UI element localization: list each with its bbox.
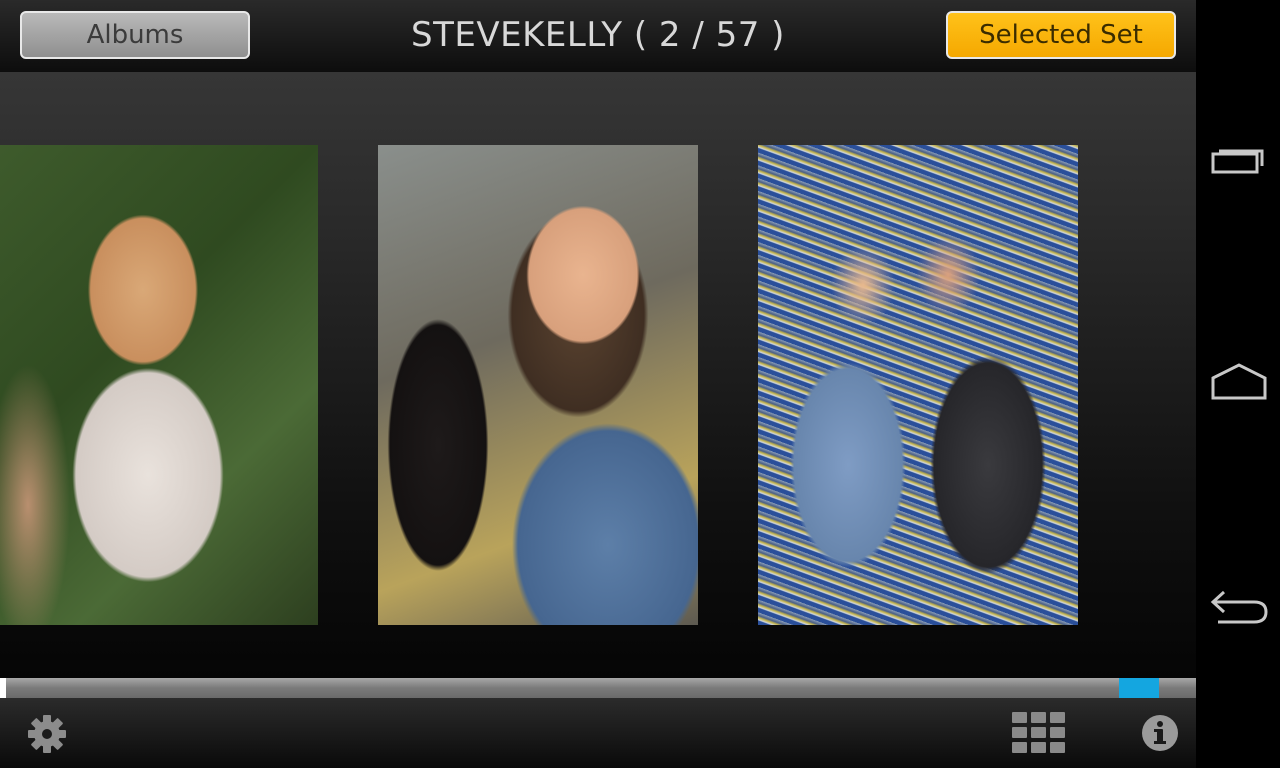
photo-thumbnail[interactable] bbox=[758, 145, 1078, 625]
albums-button[interactable]: Albums bbox=[20, 11, 250, 59]
scrubber-start-marker bbox=[0, 678, 6, 698]
grid-view-icon[interactable] bbox=[1012, 712, 1066, 754]
photo-carousel[interactable] bbox=[0, 72, 1196, 678]
selected-set-button[interactable]: Selected Set bbox=[946, 11, 1176, 59]
settings-icon[interactable] bbox=[25, 712, 69, 756]
scrubber-thumb[interactable] bbox=[1119, 678, 1159, 698]
photo-viewer-app: Albums STEVEKELLY ( 2 / 57 ) Selected Se… bbox=[0, 0, 1196, 768]
bottom-toolbar bbox=[0, 698, 1196, 768]
photo-thumbnail[interactable] bbox=[378, 145, 698, 625]
photo-thumbnail[interactable] bbox=[0, 145, 318, 625]
home-icon[interactable] bbox=[1210, 360, 1268, 404]
back-icon[interactable] bbox=[1210, 584, 1268, 628]
recent-apps-icon[interactable] bbox=[1210, 138, 1268, 182]
album-title: STEVEKELLY ( 2 / 57 ) bbox=[411, 15, 785, 55]
info-icon[interactable] bbox=[1141, 714, 1179, 752]
top-bar: Albums STEVEKELLY ( 2 / 57 ) Selected Se… bbox=[0, 0, 1196, 72]
system-navigation-bar bbox=[1196, 0, 1280, 768]
photo-scrubber[interactable] bbox=[0, 678, 1196, 698]
